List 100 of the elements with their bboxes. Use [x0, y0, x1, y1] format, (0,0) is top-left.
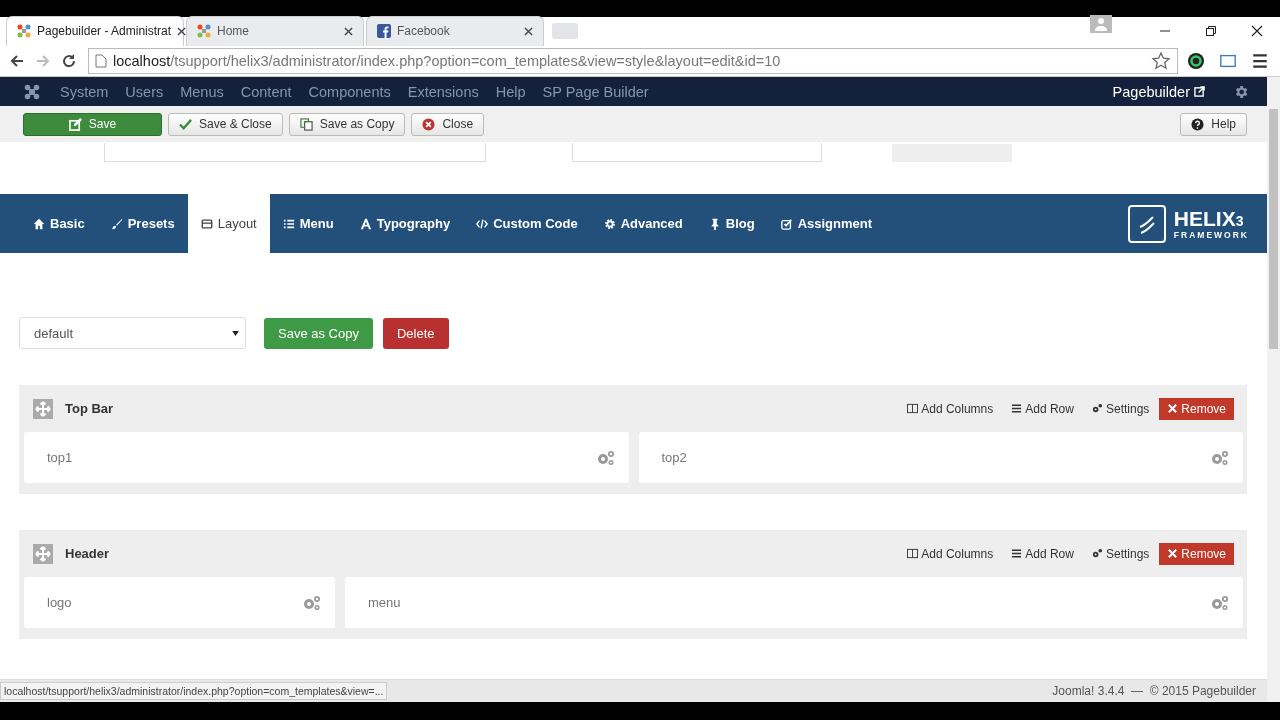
copy-icon — [299, 117, 313, 131]
tab[interactable]: Layout — [187, 194, 270, 253]
joomla-icon — [17, 24, 31, 38]
tab[interactable]: Presets — [97, 194, 188, 253]
restore-icon[interactable] — [1205, 24, 1217, 37]
columns-icon — [907, 548, 919, 559]
browser-tab[interactable]: Pagebuilder - Administrat — [6, 15, 184, 46]
close-tab-icon[interactable] — [177, 26, 187, 36]
screen-icon[interactable] — [1219, 52, 1237, 70]
menu-item[interactable]: Menus — [180, 83, 224, 100]
close-icon — [1167, 403, 1179, 414]
home-icon — [33, 217, 45, 230]
help-icon — [1191, 117, 1205, 131]
external-link-icon — [1194, 86, 1205, 97]
logo-name: HELIX3 — [1173, 207, 1245, 229]
helix-logo-icon — [1127, 204, 1166, 243]
close-icon — [1167, 548, 1179, 559]
close-icon[interactable] — [1251, 24, 1263, 37]
tab[interactable]: Advanced — [590, 194, 696, 253]
section-action[interactable]: Add Columns — [899, 542, 1002, 565]
code-icon — [476, 217, 489, 230]
toolbar-button[interactable]: Save — [23, 112, 162, 136]
list-icon — [1011, 548, 1023, 559]
browser-tab[interactable]: Home — [186, 15, 364, 46]
forward-icon[interactable] — [35, 53, 51, 69]
edit-icon — [68, 117, 82, 131]
menu-item[interactable]: Content — [240, 83, 292, 100]
layout-column[interactable]: menu — [345, 577, 1243, 628]
layout-icon — [200, 217, 213, 230]
layout-column[interactable]: logo — [24, 577, 335, 628]
layout-select[interactable]: default — [19, 317, 246, 349]
status-url: localhost/tsupport/helix3/administrator/index.php?option=com_templates&view=... — [0, 682, 388, 700]
style-name-field[interactable] — [104, 143, 486, 162]
tab[interactable]: Menu — [269, 194, 347, 253]
gears-icon — [1091, 403, 1103, 414]
menu-item[interactable]: SP Page Builder — [542, 83, 649, 100]
joomla-icon[interactable] — [24, 83, 40, 100]
gears-icon — [1091, 548, 1103, 559]
tab[interactable]: Blog — [695, 194, 768, 253]
template-field[interactable] — [572, 143, 822, 162]
star-icon[interactable] — [1151, 51, 1171, 71]
layout-column[interactable]: top1 — [24, 432, 629, 483]
gear-icon — [603, 217, 616, 230]
settings-icon[interactable] — [596, 449, 615, 466]
extension-icon[interactable] — [1187, 52, 1205, 70]
page-icon — [95, 54, 107, 68]
address-bar[interactable]: localhost/tsupport/helix3/administrator/index.php?option=com_templates&view=style&layout=edit&id=10 — [88, 48, 1178, 74]
settings-icon[interactable] — [1211, 449, 1229, 466]
caret-icon — [232, 330, 239, 336]
check-icon — [179, 117, 192, 131]
list-icon — [282, 217, 295, 230]
settings-icon[interactable] — [303, 594, 321, 611]
toolbar-button[interactable]: Close — [411, 112, 485, 136]
list-icon — [1011, 403, 1023, 414]
section-title: Header — [65, 546, 110, 561]
layout-button[interactable]: Delete — [382, 317, 449, 349]
close-tab-icon[interactable] — [524, 26, 533, 36]
tab[interactable]: Typography — [346, 194, 464, 253]
move-icon[interactable] — [33, 398, 53, 419]
reload-icon[interactable] — [61, 53, 77, 69]
font-icon — [359, 217, 372, 230]
logo-tagline: FRAMEWORK — [1173, 230, 1249, 240]
close-icon — [422, 117, 436, 131]
settings-icon[interactable] — [1211, 594, 1229, 611]
menu-item[interactable]: Help — [495, 83, 526, 100]
back-icon[interactable] — [9, 53, 25, 69]
close-tab-icon[interactable] — [344, 26, 353, 36]
menu-item[interactable]: System — [60, 83, 109, 100]
menu-item[interactable]: Users — [125, 83, 164, 100]
footer-text: Joomla! 3.4.4 — © 2015 Pagebuilder — [1052, 684, 1256, 698]
section-action[interactable]: Remove — [1159, 397, 1234, 420]
toolbar-button[interactable]: Save as Copy — [288, 112, 406, 136]
site-link[interactable]: Pagebuilder — [1112, 83, 1190, 100]
section-action[interactable]: Add Row — [1003, 542, 1082, 565]
columns-icon — [907, 403, 919, 414]
help-button[interactable]: Help — [1180, 112, 1247, 136]
settings-icon[interactable] — [1233, 83, 1249, 100]
browser-tab[interactable]: Facebook — [366, 15, 544, 46]
joomla-icon — [197, 24, 211, 38]
move-icon[interactable] — [33, 543, 53, 564]
layout-button[interactable]: Save as Copy — [264, 317, 373, 349]
menu-icon[interactable] — [1251, 52, 1269, 70]
section-action[interactable]: Add Row — [1003, 397, 1082, 420]
brush-icon — [110, 217, 123, 230]
section-action[interactable]: Remove — [1159, 542, 1234, 565]
toolbar-button[interactable]: Save & Close — [168, 112, 283, 136]
tab[interactable]: Custom Code — [463, 194, 591, 253]
menu-item[interactable]: Extensions — [407, 83, 479, 100]
facebook-icon — [377, 24, 391, 38]
layout-column[interactable]: top2 — [638, 432, 1243, 483]
scrollbar[interactable] — [1267, 77, 1280, 702]
tab[interactable]: Basic — [20, 194, 98, 253]
profile-icon[interactable] — [1090, 15, 1112, 33]
menu-item[interactable]: Components — [308, 83, 391, 100]
section-action[interactable]: Settings — [1083, 542, 1158, 565]
section-action[interactable]: Add Columns — [899, 397, 1002, 420]
section-title: Top Bar — [65, 401, 114, 416]
section-action[interactable]: Settings — [1083, 397, 1158, 420]
tab[interactable]: Assignment — [767, 194, 886, 253]
checkbox-icon — [780, 217, 793, 230]
